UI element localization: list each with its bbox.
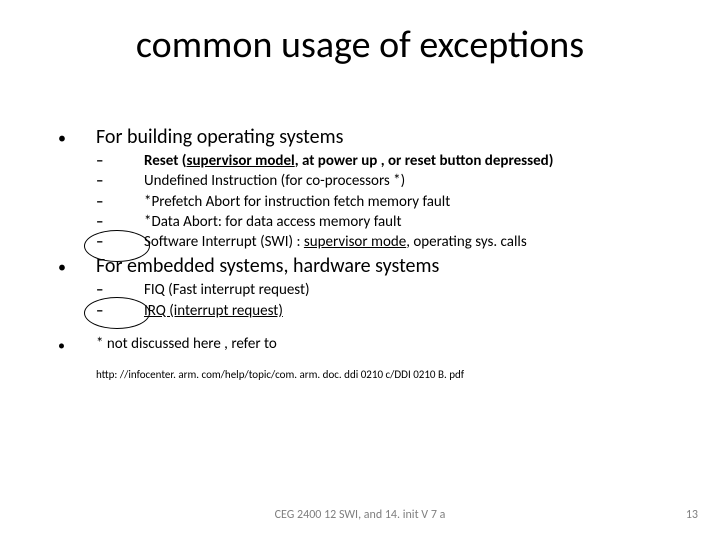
section-heading-text: For building operating systems (96, 125, 343, 149)
dash-icon: – (96, 232, 144, 252)
dash-icon: – (96, 192, 144, 212)
dash-icon: – (96, 151, 144, 171)
footer-text: CEG 2400 12 SWI, and 14. init V 7 a (0, 508, 720, 522)
dash-icon: – (96, 280, 144, 300)
section-heading: • For building operating systems (58, 125, 678, 149)
dash-icon: – (96, 212, 144, 232)
list-item-text: IRQ (interrupt request) (144, 301, 283, 321)
reference-text: http: //infocenter. arm. com/help/topic/… (96, 368, 678, 381)
list-item: – FIQ (Fast interrupt request) (96, 280, 678, 300)
bullet-icon: • (58, 125, 96, 149)
note-line: • * not discussed here , refer to (58, 335, 678, 354)
list-item: – IRQ (interrupt request) (96, 301, 678, 321)
list-item-text: Reset (supervisor model, at power up , o… (144, 151, 553, 171)
dash-icon: – (96, 301, 144, 321)
list-item-text: *Data Abort: for data access memory faul… (144, 212, 402, 232)
list-item: – *Prefetch Abort for instruction fetch … (96, 192, 678, 212)
list-item-text: FIQ (Fast interrupt request) (144, 280, 310, 300)
list-item: – Reset (supervisor model, at power up ,… (96, 151, 678, 171)
content-body: • For building operating systems – Reset… (58, 125, 678, 381)
slide: common usage of exceptions • For buildin… (0, 0, 720, 540)
section-heading-text: For embedded systems, hardware systems (96, 254, 439, 278)
list-item: – Software Interrupt (SWI) : supervisor … (96, 232, 678, 252)
note-text: * not discussed here , refer to (96, 335, 277, 354)
section-heading: • For embedded systems, hardware systems (58, 254, 678, 278)
list-item-text: Undefined Instruction (for co-processors… (144, 171, 405, 191)
list-item: – Undefined Instruction (for co-processo… (96, 171, 678, 191)
bullet-icon: • (58, 254, 96, 278)
dash-icon: – (96, 171, 144, 191)
slide-title: common usage of exceptions (0, 22, 720, 68)
page-number: 13 (686, 508, 698, 522)
list-item-text: *Prefetch Abort for instruction fetch me… (144, 192, 450, 212)
bullet-icon: • (58, 335, 96, 354)
list-item: – *Data Abort: for data access memory fa… (96, 212, 678, 232)
list-item-text: Software Interrupt (SWI) : supervisor mo… (144, 232, 527, 252)
